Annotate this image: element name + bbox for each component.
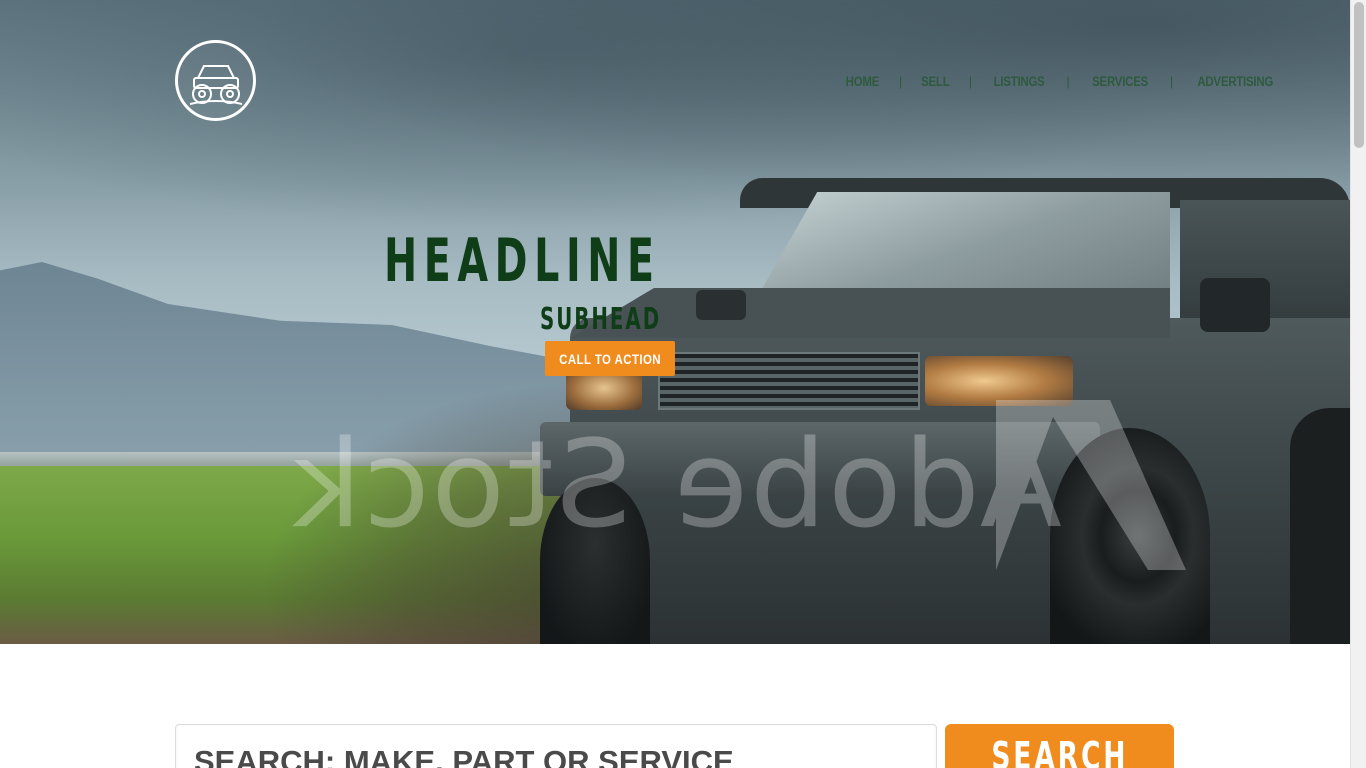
hero-headline: HEADLINE	[384, 226, 661, 296]
nav-separator: |	[898, 73, 903, 89]
scrollbar-thumb[interactable]	[1354, 2, 1364, 148]
search-button[interactable]: SEARCH	[945, 724, 1174, 768]
cta-label: CALL TO ACTION	[559, 350, 661, 367]
nav-sell[interactable]: SELL	[920, 73, 952, 89]
page-scrollbar[interactable]	[1350, 0, 1366, 768]
nav-separator: |	[1169, 73, 1174, 89]
search-button-label: SEARCH	[991, 734, 1128, 768]
nav-advertising[interactable]: ADVERTISING	[1196, 73, 1275, 89]
nav-home[interactable]: HOME	[844, 73, 881, 89]
nav-listings[interactable]: LISTINGS	[992, 73, 1046, 89]
nav-separator: |	[968, 73, 973, 89]
call-to-action-button[interactable]: CALL TO ACTION	[545, 341, 675, 376]
site-logo[interactable]	[175, 40, 256, 121]
offroad-truck-icon	[189, 64, 242, 105]
hero-subhead: SUBHEAD	[540, 302, 662, 337]
nav-separator: |	[1066, 73, 1070, 89]
hero-truck-image	[540, 178, 1350, 644]
search-input[interactable]	[175, 724, 937, 768]
main-nav: HOME | SELL | LISTINGS | SERVICES | ADVE…	[840, 70, 1284, 92]
nav-services[interactable]: SERVICES	[1090, 73, 1149, 89]
